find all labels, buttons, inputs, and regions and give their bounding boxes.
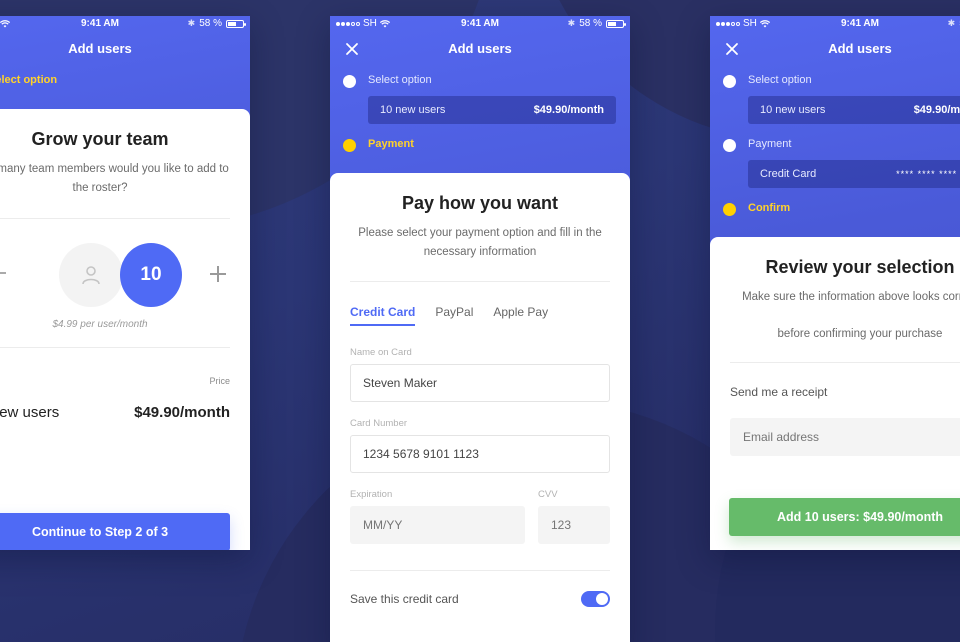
- step-summary-option: 10 new users $49.90/month: [748, 96, 960, 124]
- nav-bar: Add users: [330, 32, 630, 66]
- email-input[interactable]: [730, 418, 960, 456]
- tab-credit-card[interactable]: Credit Card: [350, 305, 416, 331]
- order-summary: Option Price 10 new users $49.90/month: [0, 364, 230, 434]
- name-on-card-label: Name on Card: [350, 347, 412, 358]
- price-value: $49.90/month: [134, 404, 230, 421]
- step-indicator-icon: [723, 203, 736, 216]
- toggle-knob: [596, 592, 608, 605]
- card-subtitle-line1: Make sure the information above looks co…: [742, 291, 960, 303]
- step-select-option: Select option: [0, 66, 250, 96]
- battery-percent: 58 %: [579, 18, 602, 29]
- expiration-label: Expiration: [350, 489, 393, 500]
- card-heading: Review your selection: [765, 257, 955, 277]
- battery-area: ✱ 58 %: [567, 18, 626, 29]
- card-subtitle: How many team members would you like to …: [0, 163, 229, 194]
- save-card-toggle[interactable]: [581, 590, 610, 607]
- name-on-card-input[interactable]: [350, 364, 610, 402]
- battery-percent: 58 %: [199, 18, 222, 29]
- user-icon: [82, 266, 100, 285]
- price-column-label: Price: [209, 376, 230, 386]
- content-card: Grow your team How many team members wou…: [0, 109, 250, 550]
- card-heading: Pay how you want: [401, 193, 559, 213]
- step-payment: Payment: [330, 130, 630, 160]
- step-label: Payment: [368, 138, 414, 150]
- content-card: Pay how you want Please select your paym…: [330, 173, 630, 642]
- confirm-purchase-button[interactable]: Add 10 users: $49.90/month: [729, 498, 960, 536]
- step-complete-icon: [723, 75, 736, 88]
- nav-title: Add users: [448, 41, 512, 56]
- status-bar: SH 9:41 AM ✱ 58 %: [0, 16, 250, 32]
- step-label: Select option: [0, 74, 58, 86]
- option-value: 10 new users: [0, 404, 60, 421]
- battery-icon: [226, 19, 246, 28]
- summary-left: 10 new users: [380, 104, 446, 116]
- save-card-row: Save this credit card: [350, 570, 610, 626]
- summary-left: 10 new users: [760, 104, 826, 116]
- status-bar: SH 9:41 AM ✱ 58 %: [710, 16, 960, 32]
- continue-button[interactable]: Continue to Step 2 of 3: [0, 513, 230, 550]
- battery-area: ✱ 58 %: [187, 18, 246, 29]
- step-select-option[interactable]: Select option: [330, 66, 630, 96]
- nav-title: Add users: [828, 41, 892, 56]
- payment-method-tabs: Credit Card PayPal Apple Pay: [350, 305, 610, 331]
- step-select-option[interactable]: Select option: [710, 66, 960, 96]
- step-label: Select option: [748, 74, 812, 86]
- phone-screen-select-option: SH 9:41 AM ✱ 58 % Add users Select optio…: [0, 16, 250, 550]
- step-payment[interactable]: Payment: [710, 130, 960, 160]
- cvv-input[interactable]: [538, 506, 610, 544]
- bluetooth-icon: ✱: [947, 18, 956, 28]
- step-complete-icon: [723, 139, 736, 152]
- clock: 9:41 AM: [841, 18, 879, 29]
- summary-left: Credit Card: [760, 168, 817, 180]
- nav-bar: Add users: [0, 32, 250, 66]
- card-subtitle: Please select your payment option and fi…: [358, 227, 602, 258]
- user-count-stepper: 10 $4.99 per user/month: [0, 219, 230, 330]
- receipt-label: Send me a receipt: [730, 385, 828, 399]
- divider: [350, 281, 610, 282]
- tab-paypal[interactable]: PayPal: [435, 305, 473, 331]
- avatar-placeholder: [59, 243, 123, 307]
- phone-screen-payment: SH 9:41 AM ✱ 58 % Add users Select optio…: [330, 16, 630, 642]
- step-label: Confirm: [748, 202, 791, 214]
- card-number-input[interactable]: [350, 435, 610, 473]
- bluetooth-icon: ✱: [187, 18, 196, 28]
- divider: [0, 347, 230, 348]
- summary-right: **** **** **** 1123: [896, 169, 960, 179]
- summary-right: $49.90/month: [533, 104, 604, 116]
- step-summary-option: 10 new users $49.90/month: [368, 96, 616, 124]
- card-heading: Grow your team: [31, 129, 169, 149]
- card-subtitle-line2: before confirming your purchase: [777, 328, 943, 340]
- bluetooth-icon: ✱: [567, 18, 576, 28]
- status-bar: SH 9:41 AM ✱ 58 %: [330, 16, 630, 32]
- tab-apple-pay[interactable]: Apple Pay: [493, 305, 548, 331]
- step-label: Select option: [368, 74, 432, 86]
- decrement-button[interactable]: [0, 272, 6, 274]
- divider: [730, 362, 960, 363]
- nav-title: Add users: [68, 41, 132, 56]
- step-confirm: Confirm: [710, 194, 960, 224]
- increment-button[interactable]: [210, 266, 226, 282]
- card-number-label: Card Number: [350, 418, 408, 429]
- phone-screen-confirm: SH 9:41 AM ✱ 58 % Add users Select optio…: [710, 16, 960, 550]
- user-count-badge: 10: [120, 243, 182, 307]
- step-complete-icon: [343, 75, 356, 88]
- save-card-label: Save this credit card: [350, 591, 459, 606]
- battery-icon: [606, 19, 626, 28]
- step-indicator-icon: [343, 139, 356, 152]
- expiration-input[interactable]: [350, 506, 525, 544]
- content-card: Review your selection Make sure the info…: [710, 237, 960, 550]
- step-summary-payment: Credit Card **** **** **** 1123: [748, 160, 960, 188]
- battery-area: ✱ 58 %: [948, 18, 960, 29]
- cvv-label: CVV: [538, 489, 558, 500]
- step-label: Payment: [748, 138, 792, 150]
- per-user-price: $4.99 per user/month: [52, 319, 148, 330]
- nav-bar: Add users: [710, 32, 960, 66]
- summary-right: $49.90/month: [913, 104, 960, 116]
